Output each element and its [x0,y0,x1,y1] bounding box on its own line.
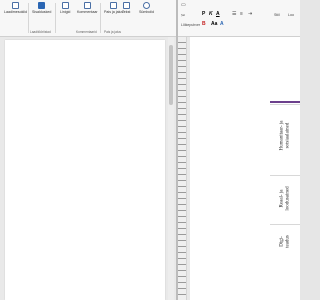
table-of-contents-label: Sisaldusked [32,10,52,14]
left-document-window: Laadimesoklid Sisaldusked Linigid Kommen… [0,0,176,300]
font-color-icon[interactable]: B [202,22,206,27]
align-icon[interactable]: ≡ [240,12,243,17]
bold-icon[interactable]: P [202,12,205,17]
right-document-window: ▭ ✂ Lõikepuhver P K A B Aa A ☰ ≡ ⇥ Stiil… [178,0,300,300]
text-box-icon [122,2,130,9]
table-header-line [270,101,300,103]
document-page[interactable] [5,40,165,300]
left-ribbon-toolbar: Laadimesoklid Sisaldusked Linigid Kommen… [0,0,176,37]
scrollbar-thumb[interactable] [169,45,173,105]
footer-button-label: Laadimesoklid [4,10,27,14]
links-label: Linigid [60,10,71,14]
change-case-icon[interactable]: Aa [211,22,217,27]
bullets-icon[interactable]: ☰ [232,12,236,17]
create-label: Loo [288,13,294,17]
table-cell-text: Reaal- ja loodusained [279,186,291,211]
links-icon [61,2,69,9]
text-box-button[interactable]: Tekst [122,2,130,22]
indent-icon[interactable]: ⇥ [248,12,252,17]
italic-icon[interactable]: K [209,12,213,17]
table-cell-text: Digi- teadus [279,235,291,248]
header-footer-label: Pais ja jalus [104,10,124,14]
style-label: Stiil [274,13,280,17]
table-cell-text: Humanitaar- ja sotsiaalained [279,120,291,151]
ribbon-group-label: Kommentaarid [76,30,97,34]
paste-icon[interactable]: ▭ [181,3,186,8]
comment-button[interactable]: Kommentaar [77,2,98,22]
text-box-label: Tekst [122,10,131,14]
underline-icon[interactable]: A [216,12,220,17]
symbol-icon [142,2,150,9]
clipboard-label: Lõikepuhver [181,23,201,27]
comment-label: Kommentaar [77,10,98,14]
header-footer-icon [110,2,118,9]
links-button[interactable]: Linigid [60,2,70,22]
cut-icon[interactable]: ✂ [181,14,185,19]
ribbon-group-label: Pais ja jalus [104,30,122,34]
header-footer-button[interactable]: Pais ja jalus [104,2,123,22]
comment-icon [83,2,91,9]
footer-button[interactable]: Laadimesoklid [4,2,27,22]
table-of-contents-button[interactable]: Sisaldusked [32,2,51,22]
footer-icon [11,2,19,9]
symbol-label: Sümbolid [139,10,154,14]
ribbon-group-label: Laaditööriistad [30,30,51,34]
highlight-icon[interactable]: A [220,22,224,27]
table-of-contents-icon [38,2,46,9]
symbol-button[interactable]: Sümbolid [139,2,154,22]
ribbon-separator [28,3,29,33]
ribbon-separator [100,3,101,33]
right-ribbon-toolbar: ▭ ✂ Lõikepuhver P K A B Aa A ☰ ≡ ⇥ Stiil… [178,0,300,37]
vertical-ruler [178,37,187,300]
ribbon-separator [55,3,56,33]
